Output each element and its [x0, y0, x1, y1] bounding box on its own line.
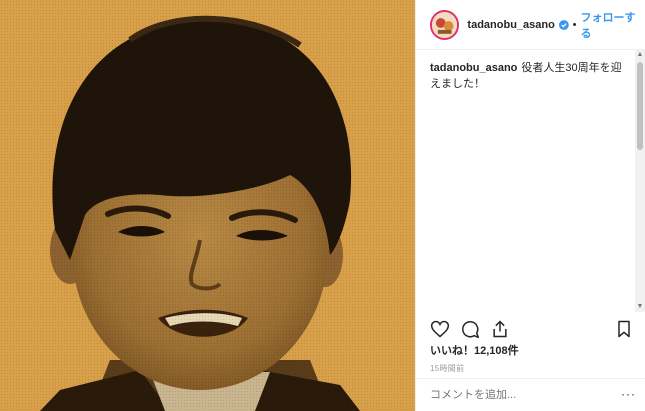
more-options-icon[interactable]: ··· — [621, 387, 636, 401]
comments-scrollbar[interactable]: ▲ ▼ — [635, 50, 645, 312]
scrollbar-thumb[interactable] — [637, 62, 643, 150]
header-separator: • — [572, 18, 577, 31]
comment-input[interactable] — [430, 389, 610, 401]
heart-icon[interactable] — [430, 319, 450, 339]
scroll-down-arrow-icon[interactable]: ▼ — [635, 302, 645, 312]
verified-badge-icon — [558, 19, 569, 30]
follow-button[interactable]: フォローする — [580, 9, 645, 41]
header-username[interactable]: tadanobu_asano — [467, 19, 554, 31]
post-actions — [430, 318, 634, 340]
avatar-image-icon — [432, 11, 458, 38]
post-sidebar: tadanobu_asano • フォローする tadanobu_asano 役者… — [415, 0, 645, 411]
portrait-photo-illustration — [0, 0, 415, 411]
comment-icon[interactable] — [460, 319, 480, 339]
scroll-up-arrow-icon[interactable]: ▲ — [635, 50, 645, 60]
bookmark-icon[interactable] — [614, 319, 634, 339]
comment-bar: ··· — [416, 378, 645, 411]
post-caption: tadanobu_asano 役者人生30周年を迎えました！ — [430, 60, 630, 92]
post-photo[interactable] — [0, 0, 415, 411]
instagram-post: tadanobu_asano • フォローする tadanobu_asano 役者… — [0, 0, 645, 411]
share-icon[interactable] — [490, 319, 510, 339]
caption-username[interactable]: tadanobu_asano — [430, 62, 517, 74]
avatar[interactable] — [430, 9, 460, 40]
post-header: tadanobu_asano • フォローする — [416, 0, 645, 50]
post-timestamp[interactable]: 15時間前 — [430, 363, 464, 374]
likes-count[interactable]: いいね！12,108件 — [430, 342, 519, 358]
